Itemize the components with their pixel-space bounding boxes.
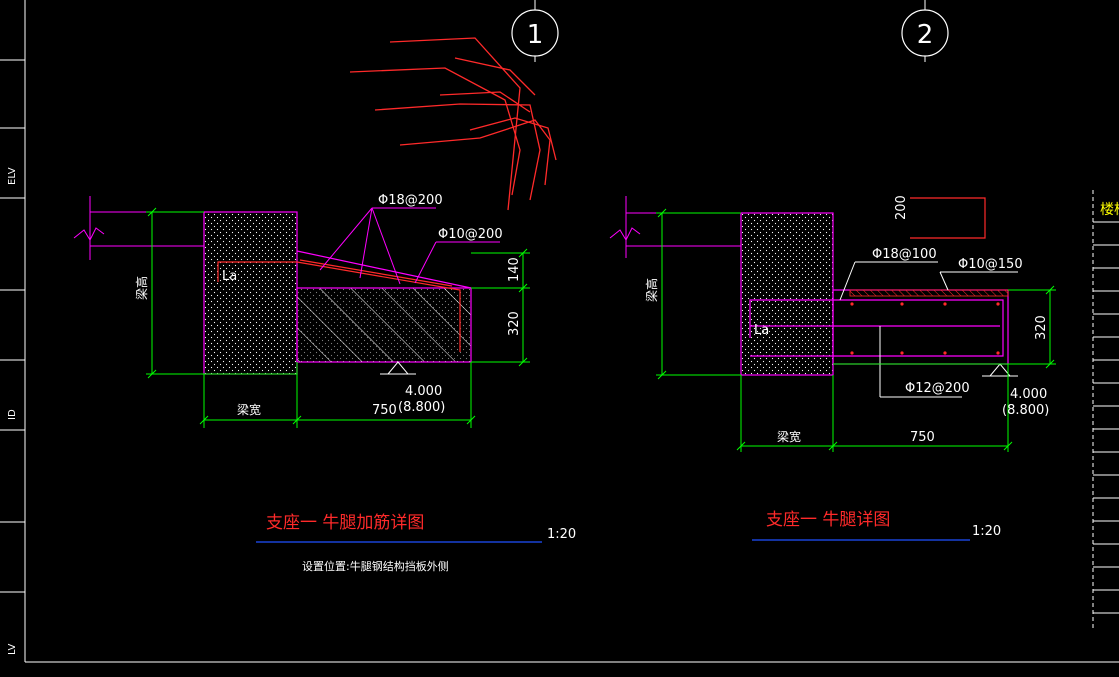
detail2-slab-break — [609, 196, 741, 258]
detail2-dim-200: 200 — [894, 195, 909, 220]
detail1-scale: 1:20 — [547, 527, 576, 542]
detail1-column — [203, 211, 298, 375]
detail1-rebar-label-2: Φ10@200 — [438, 227, 503, 242]
detail1-leaders — [319, 207, 500, 285]
detail1-elevation-alt: (8.800) — [398, 400, 445, 415]
detail2-rebar-label-1: Φ18@100 — [872, 247, 937, 262]
detail2-support-symbol — [988, 363, 1012, 377]
detail2-leaders — [839, 261, 1018, 398]
detail-2: 200 La Φ18@100 Φ10@150 Φ12@200 梁高 梁宽 320… — [609, 195, 1056, 541]
detail1-rebar-label-1: Φ18@200 — [378, 193, 443, 208]
right-sidebar-label: 楼梯 — [1100, 202, 1119, 218]
detail2-dimensions — [656, 208, 1056, 452]
detail1-dim-140: 140 — [507, 257, 522, 282]
detail2-rebar-label-2: Φ10@150 — [958, 257, 1023, 272]
detail2-rebar-label-3: Φ12@200 — [905, 381, 970, 396]
detail1-slab-break — [73, 196, 204, 260]
detail1-beam-width-label: 梁宽 — [237, 402, 261, 417]
detail1-note: 设置位置:牛腿钢结构挡板外侧 — [302, 559, 449, 573]
detail1-beam-height-label: 梁高 — [134, 276, 149, 300]
left-title-strip: ELV ID LV — [0, 0, 26, 662]
detail1-anchor-label: La — [222, 269, 237, 284]
right-sidebar: 楼梯 — [1092, 190, 1119, 630]
detail1-dim-320: 320 — [507, 311, 522, 336]
grid-bubble-1-label: 1 — [527, 20, 544, 50]
strip-label-lv: LV — [7, 644, 18, 655]
grid-bubble-2: 2 — [901, 0, 949, 62]
detail2-column — [740, 212, 834, 376]
detail2-dim-320: 320 — [1034, 315, 1049, 340]
detail1-support-symbol — [386, 361, 410, 375]
detail1-elevation: 4.000 — [405, 384, 442, 399]
detail2-elevation-alt: (8.800) — [1002, 403, 1049, 418]
strip-label-id: ID — [7, 409, 18, 420]
grid-bubble-2-label: 2 — [917, 20, 934, 50]
detail1-dim-750: 750 — [372, 403, 397, 418]
detail2-elevation: 4.000 — [1010, 387, 1047, 402]
detail2-top-plate — [849, 289, 1009, 297]
detail2-top-bar-detail — [910, 197, 986, 239]
detail2-title: 支座一 牛腿详图 — [766, 510, 890, 530]
detail2-scale: 1:20 — [972, 524, 1001, 539]
detail2-corbel — [832, 289, 1009, 365]
detail2-beam-width-label: 梁宽 — [777, 429, 801, 444]
cad-drawing-canvas[interactable]: ELV ID LV 1 2 La Φ18@200 Φ10@200 梁高 梁宽 1… — [0, 0, 1119, 677]
rebar-bend-sketch — [349, 37, 557, 211]
detail2-rebar-dots — [850, 302, 1000, 355]
detail2-beam-height-label: 梁高 — [644, 278, 659, 302]
detail-1: La Φ18@200 Φ10@200 梁高 梁宽 140 320 750 4.0… — [73, 193, 576, 573]
detail1-title: 支座一 牛腿加筋详图 — [266, 513, 424, 533]
strip-label-elv: ELV — [7, 167, 18, 185]
grid-bubble-1: 1 — [511, 0, 559, 62]
detail2-anchor-label: La — [754, 323, 769, 338]
detail2-dim-750: 750 — [910, 430, 935, 445]
